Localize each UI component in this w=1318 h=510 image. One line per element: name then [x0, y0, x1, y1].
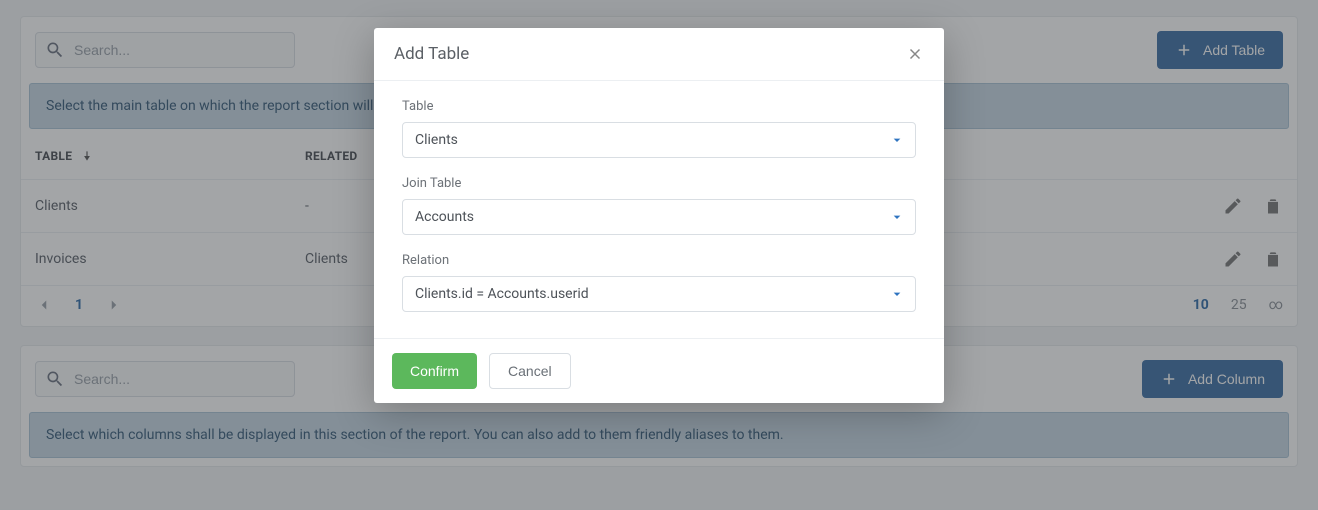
field-join-table: Join Table Accounts [402, 176, 916, 235]
select-relation-value: Clients.id = Accounts.userid [415, 286, 589, 302]
chevron-down-icon [889, 286, 905, 302]
select-relation[interactable]: Clients.id = Accounts.userid [402, 276, 916, 312]
select-table[interactable]: Clients [402, 122, 916, 158]
close-icon[interactable] [906, 45, 924, 63]
field-relation-label: Relation [402, 253, 916, 268]
select-join-table[interactable]: Accounts [402, 199, 916, 235]
select-table-value: Clients [415, 132, 458, 148]
field-join-label: Join Table [402, 176, 916, 191]
modal-title: Add Table [394, 44, 469, 64]
confirm-button[interactable]: Confirm [392, 353, 477, 389]
chevron-down-icon [889, 132, 905, 148]
add-table-modal: Add Table Table Clients Join Table Accou… [374, 28, 944, 403]
modal-footer: Confirm Cancel [374, 338, 944, 403]
chevron-down-icon [889, 209, 905, 225]
field-table: Table Clients [402, 99, 916, 158]
field-table-label: Table [402, 99, 916, 114]
select-join-value: Accounts [415, 209, 474, 225]
modal-header: Add Table [374, 28, 944, 81]
modal-body: Table Clients Join Table Accounts Relati… [374, 81, 944, 338]
modal-overlay[interactable]: Add Table Table Clients Join Table Accou… [0, 0, 1318, 510]
field-relation: Relation Clients.id = Accounts.userid [402, 253, 916, 312]
cancel-button[interactable]: Cancel [489, 353, 571, 389]
